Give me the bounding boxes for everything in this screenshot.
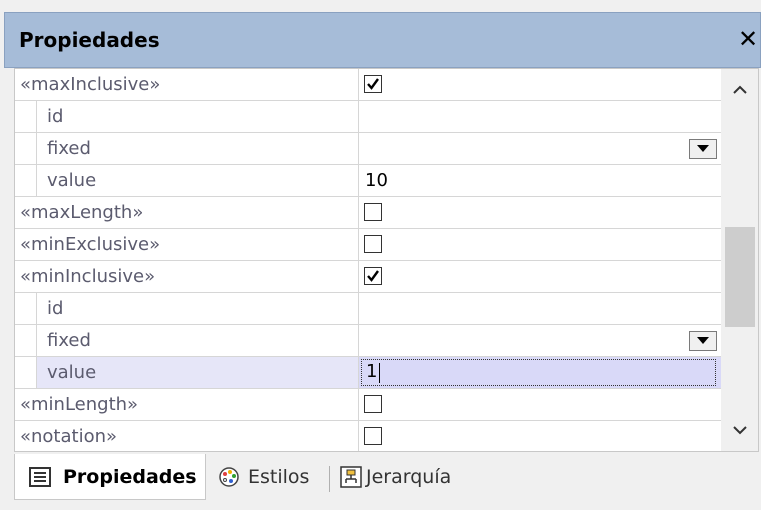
scrollbar-thumb[interactable] xyxy=(725,227,755,327)
close-button[interactable]: ✕ xyxy=(738,25,761,53)
property-checkbox[interactable] xyxy=(364,267,382,285)
property-row[interactable]: «minExclusive» xyxy=(15,229,721,261)
tab-bar: Propiedades Estilos Jerarquía xyxy=(14,452,759,508)
scroll-down-icon[interactable] xyxy=(731,423,749,437)
property-value-cell[interactable] xyxy=(359,69,721,100)
properties-panel: Propiedades ✕ «maxInclusive» id fixed value… xyxy=(0,0,761,510)
property-name-cell: value xyxy=(15,357,359,388)
dropdown-button[interactable] xyxy=(689,139,717,159)
property-row[interactable]: «maxLength» xyxy=(15,197,721,229)
value-edit-field[interactable]: 1 xyxy=(361,359,716,386)
property-name: id xyxy=(47,298,64,319)
property-name-cell: «minLength» xyxy=(15,389,359,420)
property-value-cell[interactable] xyxy=(359,421,721,451)
property-row[interactable]: «maxInclusive» xyxy=(15,69,721,101)
vertical-scrollbar[interactable] xyxy=(721,69,758,451)
property-name-cell: «maxLength» xyxy=(15,197,359,228)
indent-spacer xyxy=(15,325,37,356)
property-name-cell: «maxInclusive» xyxy=(15,69,359,100)
property-name-cell: «minExclusive» xyxy=(15,229,359,260)
property-row[interactable]: id xyxy=(15,293,721,325)
tab-jerarquia[interactable]: Jerarquía xyxy=(336,454,486,500)
property-row[interactable]: fixed xyxy=(15,133,721,165)
property-name-cell: «minInclusive» xyxy=(15,261,359,292)
property-name-cell: «notation» xyxy=(15,421,359,451)
text-caret xyxy=(379,363,380,383)
property-value-cell[interactable] xyxy=(359,133,721,164)
chevron-down-icon xyxy=(697,337,709,344)
property-name: fixed xyxy=(47,330,91,351)
panel-title: Propiedades xyxy=(19,28,160,52)
checkmark-icon xyxy=(367,270,379,282)
property-value-cell[interactable] xyxy=(359,197,721,228)
property-checkbox[interactable] xyxy=(364,75,382,93)
property-name-cell: id xyxy=(15,101,359,132)
tab-propiedades[interactable]: Propiedades xyxy=(14,454,206,500)
property-name: value xyxy=(47,362,97,383)
property-row[interactable]: «minLength» xyxy=(15,389,721,421)
property-value-cell[interactable] xyxy=(359,325,721,356)
property-row[interactable]: fixed xyxy=(15,325,721,357)
tab-label: Propiedades xyxy=(63,466,197,488)
tab-label: Estilos xyxy=(248,466,310,488)
hierarchy-icon xyxy=(340,466,362,488)
tab-estilos[interactable]: Estilos xyxy=(210,454,325,500)
indent-spacer xyxy=(15,133,37,164)
scroll-up-icon[interactable] xyxy=(731,83,749,97)
property-row[interactable]: id xyxy=(15,101,721,133)
property-value: 10 xyxy=(365,170,388,191)
property-name-cell: id xyxy=(15,293,359,324)
property-value-cell[interactable] xyxy=(359,101,721,132)
property-name-cell: fixed xyxy=(15,325,359,356)
properties-icon xyxy=(29,467,51,487)
property-checkbox[interactable] xyxy=(364,203,382,221)
indent-spacer xyxy=(15,165,37,196)
property-value-cell[interactable] xyxy=(359,229,721,260)
property-name: id xyxy=(47,106,64,127)
property-checkbox[interactable] xyxy=(364,235,382,253)
property-row[interactable]: «notation» xyxy=(15,421,721,451)
property-grid: «maxInclusive» id fixed value 10 «maxLength» «… xyxy=(14,68,759,452)
property-row[interactable]: «minInclusive» xyxy=(15,261,721,293)
palette-icon xyxy=(219,467,239,487)
indent-spacer xyxy=(15,357,37,388)
property-checkbox[interactable] xyxy=(364,427,382,445)
indent-spacer xyxy=(15,101,37,132)
property-name: fixed xyxy=(47,138,91,159)
tab-divider xyxy=(329,466,330,492)
edit-field-text: 1 xyxy=(366,361,378,382)
property-value-cell[interactable] xyxy=(359,261,721,292)
checkmark-icon xyxy=(367,78,379,90)
property-checkbox[interactable] xyxy=(364,395,382,413)
panel-titlebar: Propiedades ✕ xyxy=(4,12,761,68)
property-name-cell: value xyxy=(15,165,359,196)
property-value-cell[interactable]: 1 xyxy=(359,357,721,388)
tab-label: Jerarquía xyxy=(366,466,452,488)
chevron-down-icon xyxy=(697,145,709,152)
property-name-cell: fixed xyxy=(15,133,359,164)
property-value-cell[interactable] xyxy=(359,389,721,420)
dropdown-button[interactable] xyxy=(689,331,717,351)
property-name: value xyxy=(47,170,97,191)
indent-spacer xyxy=(15,293,37,324)
property-row[interactable]: value 1 xyxy=(15,357,721,389)
property-row[interactable]: value 10 xyxy=(15,165,721,197)
property-value-cell[interactable]: 10 xyxy=(359,165,721,196)
property-value-cell[interactable] xyxy=(359,293,721,324)
